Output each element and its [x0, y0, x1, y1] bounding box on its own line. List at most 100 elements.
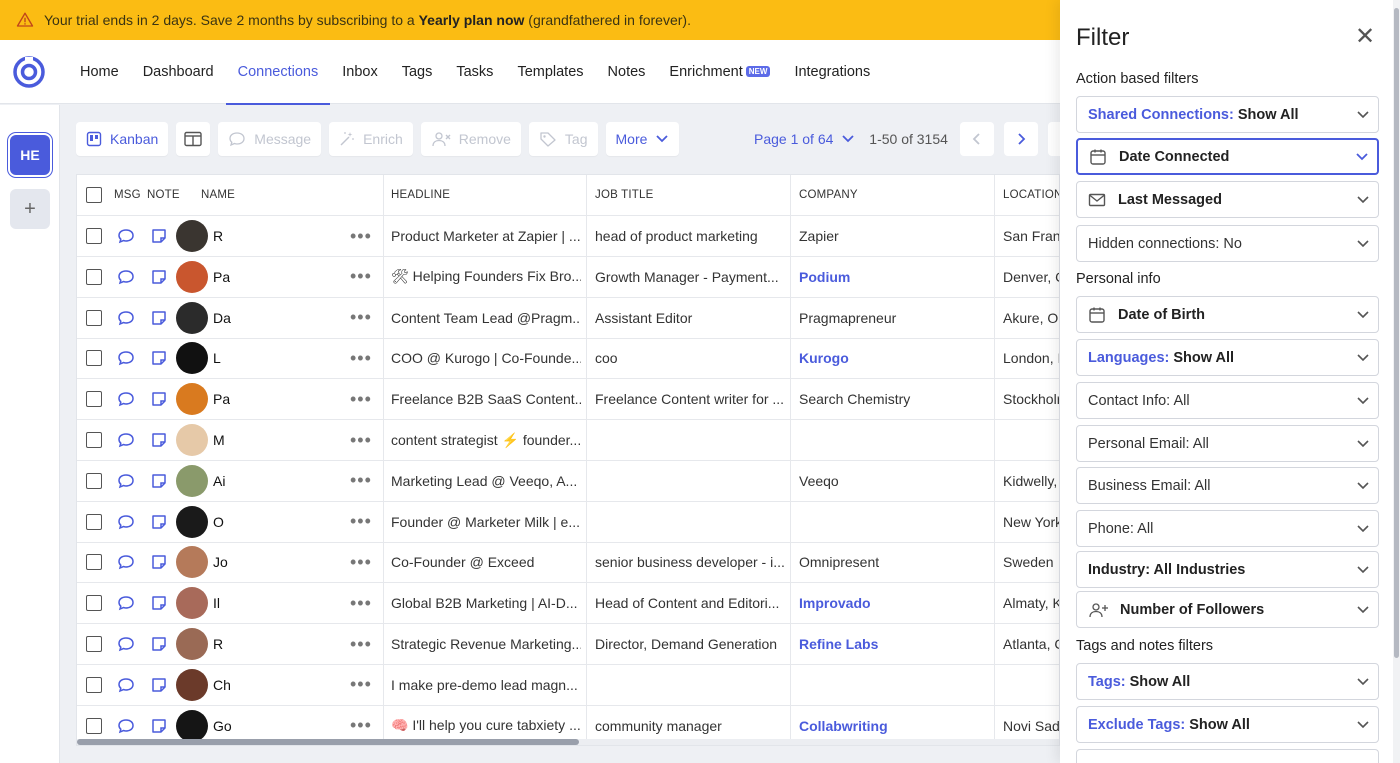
avatar[interactable]: [176, 546, 208, 579]
nav-tasks[interactable]: Tasks: [444, 40, 505, 104]
message-icon[interactable]: [117, 298, 135, 338]
contact-name[interactable]: Pa: [213, 379, 230, 419]
contact-name[interactable]: Jo: [213, 542, 228, 582]
table-row[interactable]: Jo ••• Co-Founder @ Exceed senior busine…: [77, 542, 1059, 584]
more-actions-icon[interactable]: •••: [350, 665, 372, 705]
table-row[interactable]: Da ••• Content Team Lead @Pragm... Assis…: [77, 298, 1059, 339]
header-location[interactable]: LOCATION: [1003, 175, 1059, 215]
avatar[interactable]: [176, 464, 208, 497]
next-page-button[interactable]: [1003, 122, 1038, 156]
exclude-tags-filter[interactable]: Exclude Tags: Show All: [1076, 706, 1379, 743]
avatar[interactable]: [176, 628, 208, 660]
more-actions-icon[interactable]: •••: [350, 338, 372, 378]
row-checkbox[interactable]: [86, 717, 102, 734]
avatar[interactable]: [176, 260, 208, 293]
more-actions-icon[interactable]: •••: [350, 583, 372, 623]
date-of-birth-filter[interactable]: Date of Birth: [1076, 296, 1379, 333]
columns-button[interactable]: [176, 122, 211, 156]
languages-filter[interactable]: Languages: Show All: [1076, 339, 1379, 376]
workspace-avatar[interactable]: HE: [10, 135, 50, 175]
row-checkbox[interactable]: [86, 636, 102, 652]
note-icon[interactable]: [151, 542, 167, 582]
nav-templates[interactable]: Templates: [505, 40, 595, 104]
avatar[interactable]: [176, 709, 208, 742]
message-icon[interactable]: [117, 665, 135, 705]
add-workspace-button[interactable]: +: [10, 189, 50, 229]
contact-name[interactable]: Il: [213, 583, 220, 623]
next-filter[interactable]: [1076, 749, 1379, 763]
contact-name[interactable]: R: [213, 216, 223, 256]
row-checkbox[interactable]: [86, 309, 102, 326]
table-row[interactable]: L ••• COO @ Kurogo | Co-Founde... coo Ku…: [77, 338, 1059, 380]
contact-name[interactable]: Da: [213, 298, 231, 338]
table-row[interactable]: R ••• Strategic Revenue Marketing... Dir…: [77, 624, 1059, 665]
table-row[interactable]: Ai ••• Marketing Lead @ Veeqo, A... Veeq…: [77, 461, 1059, 502]
avatar[interactable]: [176, 587, 208, 620]
message-icon[interactable]: [117, 624, 135, 664]
row-checkbox[interactable]: [86, 268, 102, 285]
row-checkbox[interactable]: [86, 554, 102, 571]
more-actions-icon[interactable]: •••: [350, 542, 372, 582]
avatar[interactable]: [176, 424, 208, 456]
contact-name[interactable]: Ai: [213, 461, 225, 501]
message-icon[interactable]: [117, 583, 135, 623]
message-icon[interactable]: [117, 216, 135, 256]
row-checkbox[interactable]: [86, 432, 102, 448]
more-button[interactable]: More: [605, 122, 680, 156]
phone-filter[interactable]: Phone: All: [1076, 510, 1379, 547]
table-row[interactable]: R ••• Product Marketer at Zapier | ... h…: [77, 216, 1059, 257]
remove-button[interactable]: Remove: [420, 122, 521, 156]
row-checkbox[interactable]: [86, 228, 102, 244]
nav-home[interactable]: Home: [68, 40, 131, 104]
personal-email-filter[interactable]: Personal Email: All: [1076, 425, 1379, 462]
followers-filter[interactable]: Number of Followers: [1076, 591, 1379, 628]
more-actions-icon[interactable]: •••: [350, 461, 372, 501]
table-row[interactable]: Ch ••• I make pre-demo lead magn...: [77, 665, 1059, 706]
table-row[interactable]: Pa ••• 🛠 Helping Founders Fix Bro... Gro…: [77, 257, 1059, 298]
company-cell[interactable]: Podium: [799, 257, 989, 297]
avatar[interactable]: [176, 668, 208, 701]
header-name[interactable]: NAME: [201, 175, 235, 215]
message-icon[interactable]: [117, 338, 135, 378]
table-row[interactable]: M ••• content strategist ⚡ founder...: [77, 420, 1059, 461]
header-job-title[interactable]: JOB TITLE: [595, 175, 653, 215]
nav-tags[interactable]: Tags: [390, 40, 445, 104]
industry-filter[interactable]: Industry: All Industries: [1076, 551, 1379, 588]
contact-name[interactable]: Ch: [213, 665, 231, 705]
page-selector[interactable]: Page 1 of 64: [754, 131, 855, 147]
message-button[interactable]: Message: [218, 122, 322, 156]
note-icon[interactable]: [151, 420, 167, 460]
note-icon[interactable]: [151, 461, 167, 501]
more-actions-icon[interactable]: •••: [350, 624, 372, 664]
nav-enrichment[interactable]: Enrichment NEW: [657, 40, 782, 104]
message-icon[interactable]: [117, 461, 135, 501]
avatar[interactable]: [176, 342, 208, 375]
app-logo-icon[interactable]: [12, 55, 46, 89]
company-cell[interactable]: Kurogo: [799, 338, 989, 378]
hidden-connections-filter[interactable]: Hidden connections: No: [1076, 225, 1379, 262]
contact-name[interactable]: O: [213, 502, 224, 542]
date-connected-filter[interactable]: Date Connected: [1076, 138, 1379, 175]
more-actions-icon[interactable]: •••: [350, 216, 372, 256]
more-actions-icon[interactable]: •••: [350, 298, 372, 338]
row-checkbox[interactable]: [86, 676, 102, 693]
note-icon[interactable]: [151, 298, 167, 338]
nav-integrations[interactable]: Integrations: [782, 40, 882, 104]
message-icon[interactable]: [117, 542, 135, 582]
more-actions-icon[interactable]: •••: [350, 257, 372, 297]
company-cell[interactable]: Refine Labs: [799, 624, 989, 664]
horizontal-scrollbar[interactable]: [77, 739, 1059, 745]
business-email-filter[interactable]: Business Email: All: [1076, 467, 1379, 504]
table-row[interactable]: Il ••• Global B2B Marketing | AI-D... He…: [77, 583, 1059, 625]
note-icon[interactable]: [151, 216, 167, 256]
note-icon[interactable]: [151, 502, 167, 542]
avatar[interactable]: [176, 301, 208, 334]
header-headline[interactable]: HEADLINE: [391, 175, 450, 215]
row-checkbox[interactable]: [86, 595, 102, 612]
filter-scrollbar[interactable]: [1393, 0, 1400, 763]
avatar[interactable]: [176, 220, 208, 252]
more-actions-icon[interactable]: •••: [350, 379, 372, 419]
note-icon[interactable]: [151, 257, 167, 297]
header-company[interactable]: COMPANY: [799, 175, 858, 215]
contact-name[interactable]: R: [213, 624, 223, 664]
